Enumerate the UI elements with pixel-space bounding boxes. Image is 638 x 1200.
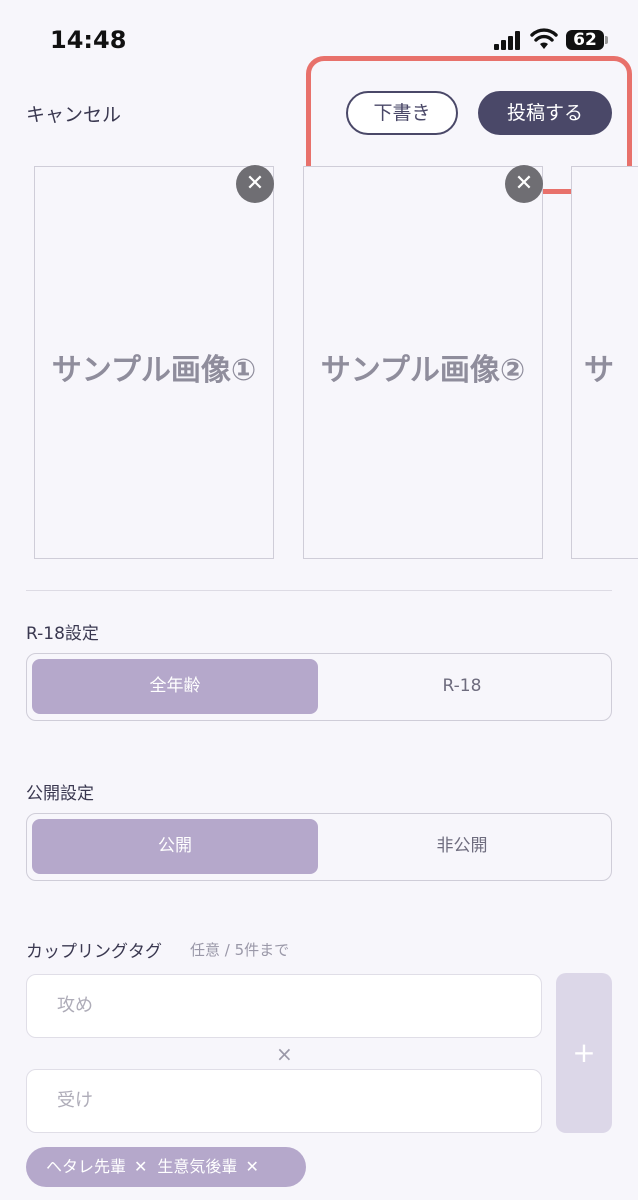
remove-tag-2-icon[interactable]: ✕ bbox=[245, 1147, 258, 1187]
battery-indicator: 62 bbox=[566, 30, 604, 50]
attacker-input[interactable]: 攻め bbox=[26, 974, 542, 1038]
close-icon: ✕ bbox=[245, 171, 265, 196]
visibility-option-public[interactable]: 公開 bbox=[32, 819, 318, 874]
wifi-icon bbox=[530, 28, 558, 49]
plus-icon: + bbox=[572, 1036, 596, 1069]
tag-name-1: ヘタレ先輩 bbox=[46, 1157, 127, 1176]
battery-tip bbox=[605, 36, 608, 44]
cellular-signal-icon bbox=[494, 30, 524, 50]
close-icon: ✕ bbox=[514, 171, 534, 196]
remove-tag-1-icon[interactable]: ✕ bbox=[134, 1147, 147, 1187]
image-card-2[interactable]: サンプル画像② bbox=[303, 166, 543, 559]
divider bbox=[26, 590, 612, 591]
image-label: サ bbox=[584, 353, 614, 388]
rating-segmented-control: 全年齢 R-18 bbox=[26, 653, 612, 721]
add-tag-button[interactable]: + bbox=[556, 973, 612, 1133]
rating-label: R-18設定 bbox=[26, 624, 99, 644]
separator-times: × bbox=[276, 1042, 293, 1066]
coupling-tag-chip: ヘタレ先輩 ✕ 生意気後輩 ✕ bbox=[26, 1147, 306, 1187]
status-time: 14:48 bbox=[50, 26, 127, 54]
visibility-segmented-control: 公開 非公開 bbox=[26, 813, 612, 881]
draft-button[interactable]: 下書き bbox=[346, 91, 458, 135]
image-card-3[interactable]: サ bbox=[571, 166, 638, 559]
post-button[interactable]: 投稿する bbox=[478, 91, 612, 135]
image-card-1[interactable]: サンプル画像① bbox=[34, 166, 274, 559]
visibility-label: 公開設定 bbox=[26, 784, 94, 804]
remove-image-1-button[interactable]: ✕ bbox=[236, 165, 274, 203]
coupling-tag-label: カップリングタグ bbox=[26, 942, 162, 962]
rating-option-r18[interactable]: R-18 bbox=[319, 659, 605, 714]
coupling-tag-hint: 任意 / 5件まで bbox=[190, 941, 290, 959]
remove-image-2-button[interactable]: ✕ bbox=[505, 165, 543, 203]
visibility-option-private[interactable]: 非公開 bbox=[319, 819, 605, 874]
image-label: サンプル画像① bbox=[51, 353, 257, 388]
tag-name-2: 生意気後輩 bbox=[157, 1157, 238, 1176]
rating-option-all-ages[interactable]: 全年齢 bbox=[32, 659, 318, 714]
image-label: サンプル画像② bbox=[320, 353, 526, 388]
receiver-input[interactable]: 受け bbox=[26, 1069, 542, 1133]
cancel-button[interactable]: キャンセル bbox=[26, 100, 121, 127]
